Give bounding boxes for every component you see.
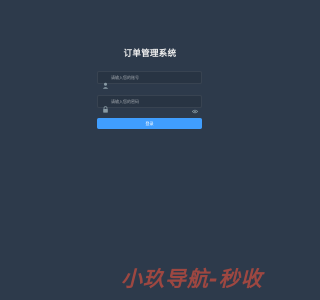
page-title: 订单管理系统: [123, 49, 177, 59]
watermark-text: 小玖导航-秒收: [121, 267, 263, 291]
lock-icon: [102, 98, 109, 113]
user-icon: [102, 74, 109, 89]
password-input[interactable]: [111, 96, 191, 107]
eye-icon[interactable]: [191, 99, 199, 114]
username-input[interactable]: [111, 72, 191, 83]
password-field[interactable]: [97, 95, 202, 114]
username-field[interactable]: [97, 71, 202, 89]
login-page: 订单管理系统 登录 小玖导航-秒收: [0, 0, 300, 300]
login-button[interactable]: 登录: [97, 118, 202, 129]
